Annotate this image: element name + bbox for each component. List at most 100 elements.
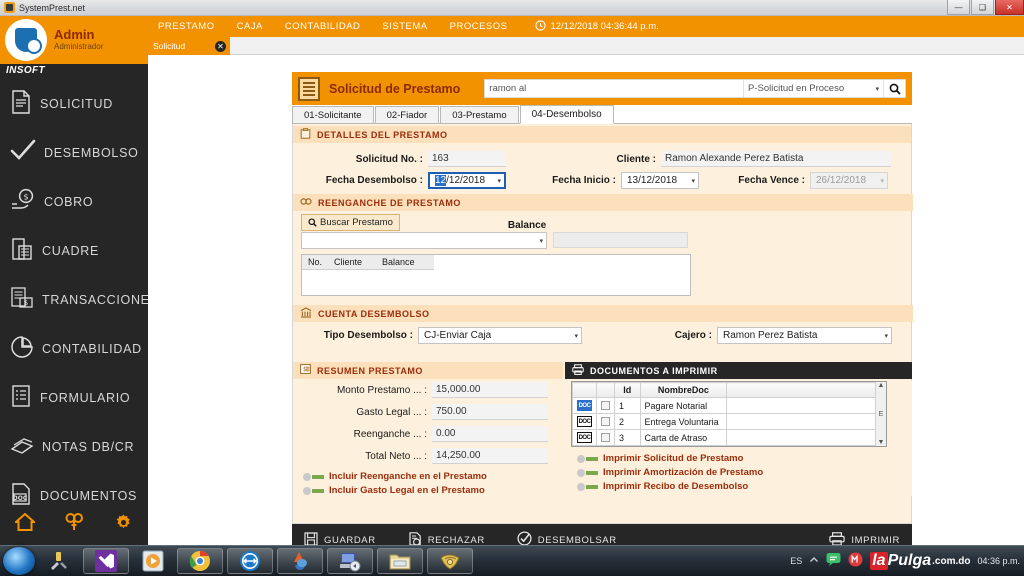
scroll-thumb[interactable]: E	[879, 411, 884, 418]
row-checkbox-cell[interactable]	[596, 429, 615, 446]
search-input[interactable]: ramon al	[485, 80, 743, 97]
media-tray-icon[interactable]	[848, 552, 863, 570]
chrome-icon[interactable]	[177, 548, 223, 574]
row-checkbox[interactable]	[601, 401, 610, 410]
row-doc-icon-cell[interactable]: DOC	[572, 429, 597, 446]
document-icon	[10, 90, 32, 117]
sidebar-item-cobro[interactable]: $ COBRO	[0, 177, 148, 226]
row-doc-icon-cell[interactable]: DOC	[572, 397, 597, 414]
printer-icon	[572, 363, 584, 378]
start-orb-icon[interactable]	[3, 547, 35, 575]
row-nombre: Pagare Notarial	[639, 397, 728, 414]
menu-item-prestamo[interactable]: PRESTAMO	[158, 21, 215, 32]
label-solicitud-no: Solicitud No. :	[355, 153, 423, 165]
reenganche-grid[interactable]: No. Cliente Balance	[301, 254, 691, 296]
minimize-button[interactable]: —	[947, 0, 970, 15]
tab-03-prestamo[interactable]: 03-Prestamo	[440, 106, 519, 123]
brand-label: INSOFT	[0, 64, 148, 79]
scroll-up-icon[interactable]: ▲	[878, 382, 885, 389]
fecha-desembolso-picker[interactable]: 12/12/2018 ▾	[428, 172, 506, 189]
close-icon[interactable]: ✕	[215, 40, 226, 52]
table-row[interactable]: DOC 3 Carta de Atraso	[572, 429, 877, 446]
toggle-imprimir-amortizacion[interactable]: Imprimir Amortización de Prestamo	[577, 467, 912, 478]
close-button[interactable]: ✕	[995, 0, 1024, 15]
fecha-inicio-value: 13/12/2018	[627, 175, 678, 186]
form-header: Solicitud de Prestamo ramon al P-Solicit…	[292, 72, 912, 105]
form-list-icon	[298, 76, 320, 101]
hand-money-icon: $	[10, 188, 36, 215]
sidebar-item-notas[interactable]: NOTAS DB/CR	[0, 422, 148, 471]
toggle-incluir-reenganche[interactable]: Incluir Reenganche en el Prestamo	[303, 471, 563, 482]
row-checkbox-cell[interactable]	[596, 397, 615, 414]
paint-icon[interactable]	[277, 548, 323, 574]
menu-item-procesos[interactable]: PROCESOS	[450, 21, 508, 32]
sidebar-item-label: DESEMBOLSO	[44, 145, 139, 160]
folder-icon[interactable]	[377, 548, 423, 574]
user-profile-block[interactable]: Admin Administrador	[0, 16, 148, 64]
sidebar-item-desembolso[interactable]: DESEMBOLSO	[0, 128, 148, 177]
shield-search-icon	[15, 28, 42, 54]
reenganche-prestamo-select[interactable]: ▾	[301, 232, 547, 249]
menu-item-caja[interactable]: CAJA	[237, 21, 263, 32]
sidebar-item-formulario[interactable]: FORMULARIO	[0, 373, 148, 422]
maximize-button[interactable]: ❑	[971, 0, 994, 15]
document-tab-solicitud[interactable]: Solicitud ✕	[148, 37, 230, 55]
sidebar-item-label: CONTABILIDAD	[42, 341, 142, 356]
toggle-imprimir-solicitud[interactable]: Imprimir Solicitud de Prestamo	[577, 453, 912, 464]
scroll-down-icon[interactable]: ▼	[878, 439, 885, 446]
menu-item-sistema[interactable]: SISTEMA	[382, 21, 427, 32]
window-controls[interactable]: — ❑ ✕	[946, 0, 1024, 16]
search-icon	[308, 218, 317, 227]
language-indicator[interactable]: ES	[790, 556, 802, 566]
toggle-imprimir-recibo[interactable]: Imprimir Recibo de Desembolso	[577, 481, 912, 492]
key-icon[interactable]	[64, 512, 84, 535]
gasto-legal-field: 750.00	[432, 404, 548, 420]
user-role: Administrador	[54, 41, 104, 51]
row-checkbox[interactable]	[601, 433, 610, 442]
solicitud-no-field[interactable]: 163	[428, 151, 506, 167]
tab-02-fiador[interactable]: 02-Fiador	[374, 106, 440, 123]
row-doc-icon-cell[interactable]: DOC	[572, 413, 597, 430]
tipo-desembolso-select[interactable]: CJ-Enviar Caja ▾	[418, 327, 582, 344]
table-row[interactable]: DOC 2 Entrega Voluntaria	[572, 413, 877, 430]
toggle-incluir-gasto-legal[interactable]: Incluir Gasto Legal en el Prestamo	[303, 485, 563, 496]
tab-01-solicitante[interactable]: 01-Solicitante	[292, 106, 374, 123]
sidebar-item-contabilidad[interactable]: CONTABILIDAD	[0, 324, 148, 373]
visual-studio-icon[interactable]	[83, 548, 129, 574]
media-player-icon[interactable]	[133, 548, 173, 574]
search-filter-select[interactable]: P-Solicitud en Proceso ▾	[743, 80, 883, 97]
buscar-prestamo-button[interactable]: Buscar Prestamo	[301, 214, 400, 231]
taskbar-clock[interactable]: 04:36 p.m.	[977, 556, 1020, 566]
money-app-icon[interactable]	[427, 548, 473, 574]
sidebar-item-transacciones[interactable]: $ TRANSACCIONES	[0, 275, 158, 324]
sidebar-item-cuadre[interactable]: CUADRE	[0, 226, 148, 275]
calculator-icon	[10, 237, 34, 264]
show-hidden-icons-icon[interactable]	[809, 555, 819, 568]
computer-icon[interactable]	[327, 548, 373, 574]
teamviewer-icon[interactable]	[227, 548, 273, 574]
bank-icon	[300, 306, 312, 321]
menu-item-contabilidad[interactable]: CONTABILIDAD	[285, 21, 361, 32]
tools-icon[interactable]	[39, 548, 79, 574]
row-checkbox[interactable]	[601, 417, 610, 426]
fecha-inicio-picker[interactable]: 13/12/2018 ▾	[621, 172, 699, 189]
documentos-grid-scrollbar[interactable]: ▲ E ▼	[875, 382, 886, 446]
row-checkbox-cell[interactable]	[596, 413, 615, 430]
watermark-pulga: Pulga	[887, 552, 932, 569]
cliente-field[interactable]: Ramon Alexande Perez Batista	[661, 151, 891, 167]
cajero-select[interactable]: Ramon Perez Batista ▾	[717, 327, 892, 344]
gear-icon[interactable]	[114, 513, 133, 535]
chevron-down-icon: ▾	[497, 177, 501, 185]
label-fecha-vence: Fecha Vence :	[738, 175, 805, 186]
documentos-grid[interactable]: Id NombreDoc DOC 1 Pagare Notarial DOC 2…	[571, 381, 887, 447]
table-row[interactable]: DOC 1 Pagare Notarial	[572, 397, 877, 414]
messenger-icon[interactable]	[826, 552, 841, 570]
search-button[interactable]	[883, 80, 905, 97]
sidebar-item-solicitud[interactable]: SOLICITUD	[0, 79, 148, 128]
search-bar[interactable]: ramon al P-Solicitud en Proceso ▾	[484, 79, 906, 98]
taskbar: ES la Pulga .com.do 04:36 p.m.	[0, 545, 1024, 576]
section-detalles-prestamo: DETALLES DEL PRESTAMO	[293, 126, 911, 143]
tab-04-desembolso[interactable]: 04-Desembolso	[519, 105, 614, 124]
label-cliente: Cliente :	[616, 153, 656, 165]
home-icon[interactable]	[13, 512, 37, 534]
